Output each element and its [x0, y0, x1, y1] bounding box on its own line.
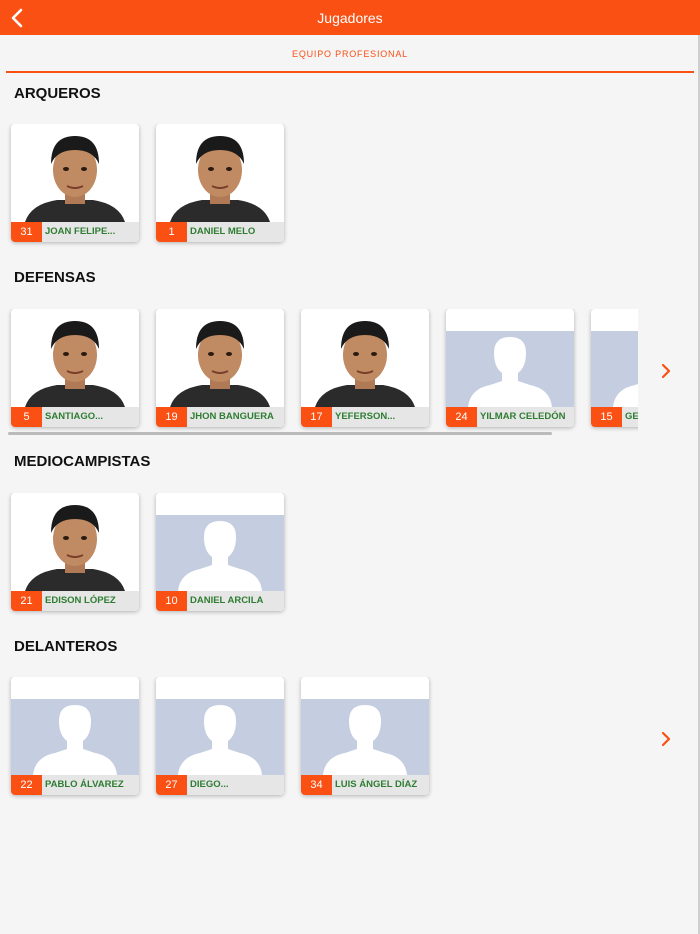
player-photo-icon [25, 136, 125, 222]
player-card[interactable]: 34 LUIS ÁNGEL DÍAZ [301, 677, 429, 795]
player-number-badge: 22 [11, 775, 42, 795]
top-bar: Jugadores [0, 0, 700, 35]
player-number-badge: 21 [11, 591, 42, 611]
tab-indicator [6, 71, 694, 73]
player-photo [11, 309, 139, 407]
chevron-right-icon [661, 731, 671, 747]
horizontal-scrollbar[interactable] [8, 432, 552, 435]
player-card[interactable]: 27 DIEGO... [156, 677, 284, 795]
person-silhouette-icon [323, 705, 407, 775]
player-number-badge: 27 [156, 775, 187, 795]
player-caption: 27 DIEGO... [156, 775, 284, 795]
player-name: YILMAR CELEDÓN [480, 411, 566, 422]
player-photo [156, 677, 284, 775]
player-card[interactable]: 22 PABLO ÁLVAREZ [11, 677, 139, 795]
player-photo-icon [170, 321, 270, 407]
section-title-arqueros: ARQUEROS [14, 85, 101, 102]
section-title-defensas: DEFENSAS [14, 269, 96, 286]
player-photo [591, 309, 638, 407]
player-number-badge: 17 [301, 407, 332, 427]
player-number-badge: 10 [156, 591, 187, 611]
player-number-badge: 31 [11, 222, 42, 242]
person-silhouette-icon [33, 705, 117, 775]
player-name: PABLO ÁLVAREZ [45, 779, 124, 790]
player-row-arqueros[interactable]: 31 JOAN FELIPE... 1 DANIEL MELO [0, 124, 638, 254]
player-photo-icon [170, 136, 270, 222]
player-photo [301, 309, 429, 407]
player-name: JHON BANGUERA [190, 411, 274, 422]
player-caption: 31 JOAN FELIPE... [11, 222, 139, 242]
back-button[interactable] [6, 6, 30, 30]
player-caption: 17 YEFERSON... [301, 407, 429, 427]
person-silhouette-icon [613, 384, 638, 407]
player-photo [156, 493, 284, 591]
player-caption: 24 YILMAR CELEDÓN [446, 407, 574, 427]
player-photo-icon [25, 321, 125, 407]
player-card[interactable]: 17 YEFERSON... [301, 309, 429, 427]
player-caption: 34 LUIS ÁNGEL DÍAZ [301, 775, 429, 795]
player-card[interactable]: 24 YILMAR CELEDÓN [446, 309, 574, 427]
player-number-badge: 24 [446, 407, 477, 427]
player-name: JOAN FELIPE... [45, 226, 116, 237]
player-row-mediocampistas[interactable]: 21 EDISON LÓPEZ 10 DANIEL ARCILA [0, 493, 638, 623]
chevron-left-icon [11, 8, 23, 28]
player-caption: 5 SANTIAGO... [11, 407, 139, 427]
player-photo [11, 677, 139, 775]
player-photo [446, 309, 574, 407]
player-photo [156, 309, 284, 407]
player-card[interactable]: 5 SANTIAGO... [11, 309, 139, 427]
scroll-right-button[interactable] [658, 361, 674, 381]
player-caption: 22 PABLO ÁLVAREZ [11, 775, 139, 795]
person-silhouette-icon [468, 337, 552, 407]
player-card[interactable]: 21 EDISON LÓPEZ [11, 493, 139, 611]
person-silhouette-icon [178, 521, 262, 591]
player-photo-icon [25, 505, 125, 591]
player-photo [11, 493, 139, 591]
chevron-right-icon [661, 363, 671, 379]
player-photo [11, 124, 139, 222]
player-caption: 15 GE [591, 407, 638, 427]
player-card[interactable]: 1 DANIEL MELO [156, 124, 284, 242]
tab-equipo-profesional[interactable]: EQUIPO PROFESIONAL [0, 49, 700, 59]
player-photo [301, 677, 429, 775]
player-caption: 1 DANIEL MELO [156, 222, 284, 242]
page-title: Jugadores [317, 9, 383, 26]
player-name: YEFERSON... [335, 411, 396, 422]
player-card[interactable]: 15 GE [591, 309, 638, 427]
player-name: LUIS ÁNGEL DÍAZ [335, 779, 418, 790]
person-silhouette-icon [178, 705, 262, 775]
section-title-mediocampistas: MEDIOCAMPISTAS [14, 453, 151, 470]
player-name: SANTIAGO... [45, 411, 104, 422]
tab-bar: EQUIPO PROFESIONAL [0, 35, 700, 73]
player-name: DIEGO... [190, 779, 229, 790]
player-row-defensas[interactable]: 5 SANTIAGO... 19 JHON BANGUERA 17 YEFERSON...… [0, 309, 638, 439]
player-name: DANIEL MELO [190, 226, 256, 237]
player-card[interactable]: 31 JOAN FELIPE... [11, 124, 139, 242]
player-row-delanteros[interactable]: 22 PABLO ÁLVAREZ 27 DIEGO... 34 LUIS ÁNGEL DÍ… [0, 677, 638, 807]
player-number-badge: 5 [11, 407, 42, 427]
scroll-right-button[interactable] [658, 729, 674, 749]
player-card[interactable]: 10 DANIEL ARCILA [156, 493, 284, 611]
player-number-badge: 34 [301, 775, 332, 795]
player-caption: 21 EDISON LÓPEZ [11, 591, 139, 611]
player-card[interactable]: 19 JHON BANGUERA [156, 309, 284, 427]
player-number-badge: 15 [591, 407, 622, 427]
player-number-badge: 1 [156, 222, 187, 242]
section-title-delanteros: DELANTEROS [14, 638, 118, 655]
player-caption: 10 DANIEL ARCILA [156, 591, 284, 611]
player-photo-icon [315, 321, 415, 407]
player-caption: 19 JHON BANGUERA [156, 407, 284, 427]
player-number-badge: 19 [156, 407, 187, 427]
player-name: DANIEL ARCILA [190, 595, 264, 606]
player-name: GE [625, 411, 638, 422]
player-name: EDISON LÓPEZ [45, 595, 116, 606]
player-photo [156, 124, 284, 222]
